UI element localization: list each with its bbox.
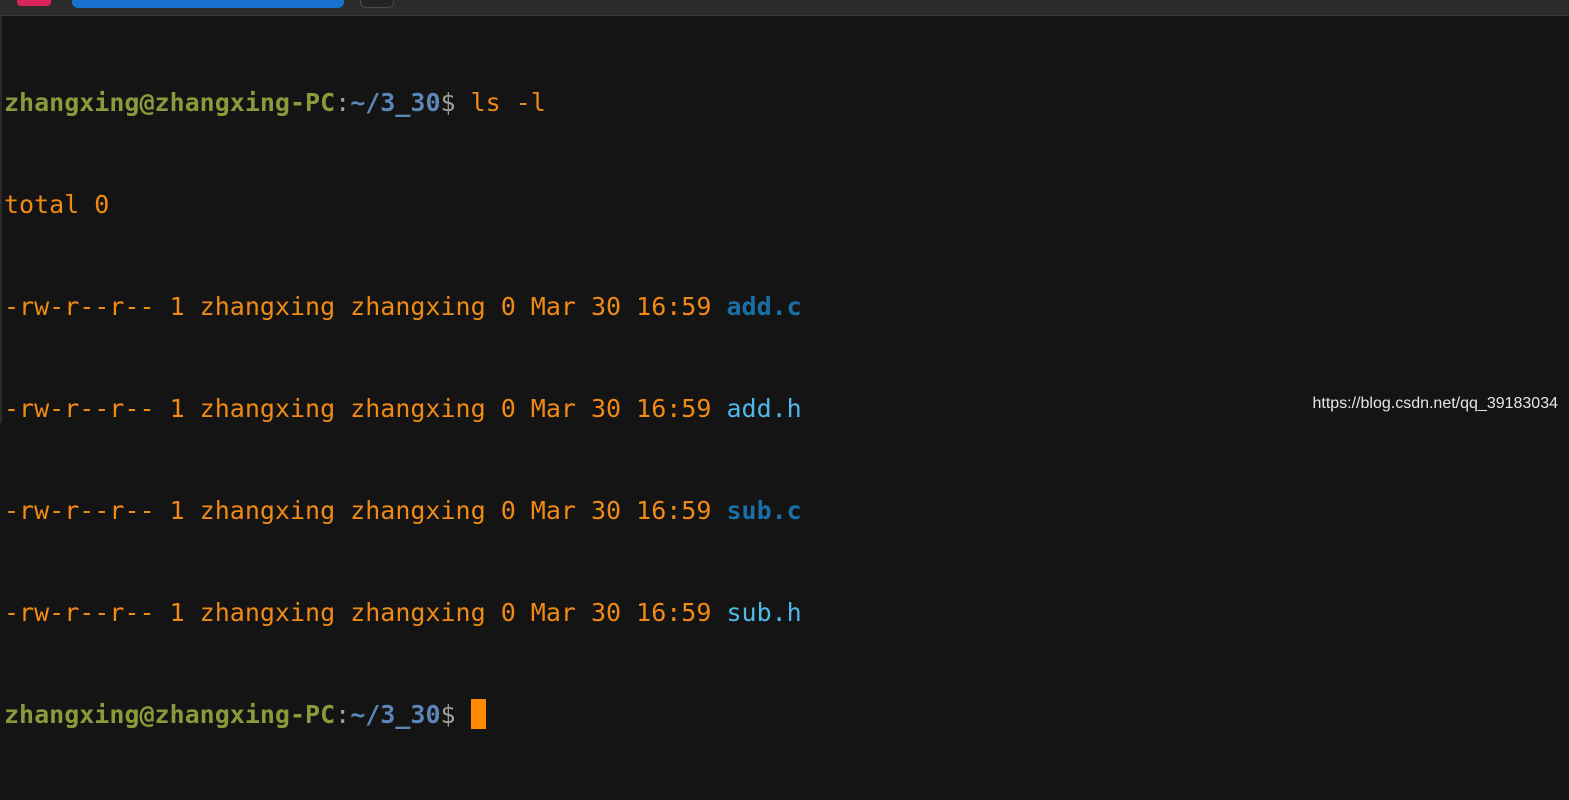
file-name: sub.c <box>726 496 802 525</box>
terminal-window[interactable]: zhangxing@zhangxing-PC:~/3_30$ ls -l tot… <box>0 16 1569 729</box>
listing-row: -rw-r--r-- 1 zhangxing zhangxing 0 Mar 3… <box>4 596 802 630</box>
prompt-path: ~/3_30 <box>350 88 441 117</box>
app-tab-active[interactable] <box>72 0 344 8</box>
prompt-user-host: zhangxing@zhangxing-PC <box>4 88 336 117</box>
prompt-user-host: zhangxing@zhangxing-PC <box>4 700 336 729</box>
app-tab-pink[interactable] <box>17 0 51 6</box>
command-text: ls -l <box>470 88 546 117</box>
app-tab-new[interactable] <box>360 0 394 8</box>
listing-row: -rw-r--r-- 1 zhangxing zhangxing 0 Mar 3… <box>4 494 802 528</box>
prompt-line-1: zhangxing@zhangxing-PC:~/3_30$ ls -l <box>4 86 802 120</box>
prompt-symbol: $ <box>440 700 471 729</box>
prompt-colon: : <box>335 88 351 117</box>
file-meta: -rw-r--r-- 1 zhangxing zhangxing 0 Mar 3… <box>4 496 727 525</box>
text-cursor <box>470 699 486 729</box>
file-meta: -rw-r--r-- 1 zhangxing zhangxing 0 Mar 3… <box>4 394 727 423</box>
file-name: sub.h <box>726 598 802 627</box>
file-meta: -rw-r--r-- 1 zhangxing zhangxing 0 Mar 3… <box>4 292 727 321</box>
file-name: add.c <box>726 292 802 321</box>
prompt-line-2[interactable]: zhangxing@zhangxing-PC:~/3_30$ <box>4 698 802 732</box>
file-name: add.h <box>726 394 802 423</box>
total-line: total 0 <box>4 190 110 219</box>
listing-row: -rw-r--r-- 1 zhangxing zhangxing 0 Mar 3… <box>4 392 802 426</box>
taskbar <box>0 0 1569 16</box>
terminal-output: zhangxing@zhangxing-PC:~/3_30$ ls -l tot… <box>4 18 802 800</box>
file-meta: -rw-r--r-- 1 zhangxing zhangxing 0 Mar 3… <box>4 598 727 627</box>
prompt-colon: : <box>335 700 351 729</box>
prompt-symbol: $ <box>440 88 471 117</box>
listing-row: -rw-r--r-- 1 zhangxing zhangxing 0 Mar 3… <box>4 290 802 324</box>
prompt-path: ~/3_30 <box>350 700 441 729</box>
watermark-url: https://blog.csdn.net/qq_39183034 <box>1312 395 1558 412</box>
